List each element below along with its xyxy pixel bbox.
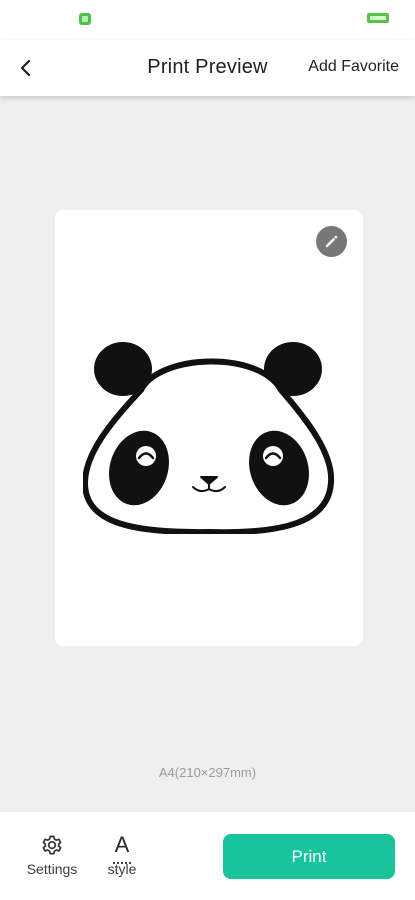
left-eye — [136, 446, 156, 466]
print-preview-screen: Print Preview Add Favorite A4(210×297mm)… — [0, 0, 415, 900]
header: Print Preview Add Favorite — [0, 40, 415, 96]
status-bar — [0, 0, 415, 40]
bottom-toolbar: Settings A style Print — [0, 812, 415, 900]
edit-button[interactable] — [316, 226, 347, 257]
settings-label: Settings — [26, 861, 78, 877]
pencil-icon — [325, 235, 338, 248]
style-dots-icon — [113, 862, 131, 864]
paper-preview[interactable] — [55, 210, 363, 646]
gear-icon — [42, 835, 62, 855]
paper-size-label: A4(210×297mm) — [158, 765, 257, 780]
print-button[interactable]: Print — [223, 834, 395, 879]
panda-face-image — [83, 342, 335, 534]
preview-area: A4(210×297mm) — [0, 96, 415, 812]
style-icon-wrapper: A — [90, 832, 154, 860]
right-eye — [263, 446, 283, 466]
text-style-icon: A — [114, 832, 130, 857]
battery-icon — [367, 13, 389, 23]
settings-button[interactable]: Settings — [20, 832, 84, 882]
add-favorite-button[interactable]: Add Favorite — [308, 58, 399, 76]
settings-icon-wrapper — [20, 832, 84, 860]
style-button[interactable]: A style — [90, 832, 154, 882]
status-app-icon — [79, 13, 91, 25]
